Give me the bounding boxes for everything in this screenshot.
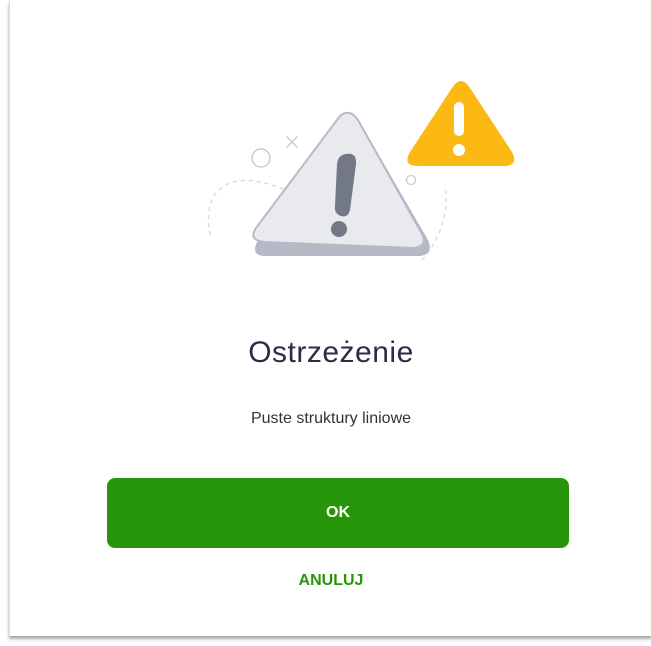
- exclamation-dot: [331, 221, 347, 237]
- dialog-title: Ostrzeżenie: [248, 336, 414, 369]
- ok-button[interactable]: OK: [107, 478, 569, 548]
- decorative-circle-small: [405, 174, 417, 186]
- warning-illustration: [207, 81, 515, 261]
- warning-triangle-icon: [252, 111, 430, 256]
- badge-exclamation-dot: [453, 144, 465, 156]
- warning-dialog: Ostrzeżenie Puste struktury liniowe OK A…: [9, 0, 651, 636]
- badge-exclamation-bar: [454, 102, 464, 136]
- decorative-cross: [286, 136, 298, 148]
- decorative-circle-large: [251, 148, 271, 168]
- warning-badge-icon: [407, 81, 515, 166]
- dialog-message: Puste struktury liniowe: [250, 410, 412, 427]
- cancel-button[interactable]: ANULUJ: [10, 572, 651, 590]
